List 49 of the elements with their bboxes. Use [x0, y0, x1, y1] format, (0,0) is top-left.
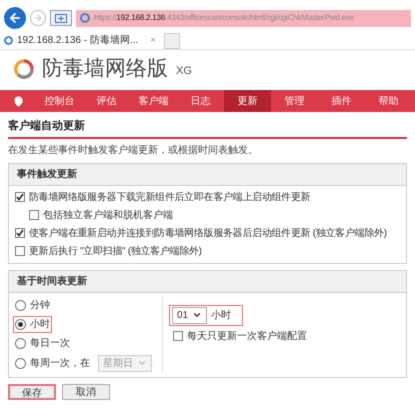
back-button[interactable]	[4, 7, 26, 29]
ie-icon	[80, 13, 90, 23]
ie-icon	[4, 36, 13, 45]
forward-arrow-icon	[33, 13, 43, 23]
section-header: 事件触发更新	[9, 164, 406, 186]
option-label: 使客户端在重新启动并连接到防毒墙网络版服务器后启动组件更新 (独立客户端除外)	[29, 226, 387, 240]
frequency-label: 每日一次	[30, 336, 70, 350]
day-select[interactable]: 星期日	[98, 354, 152, 372]
option-label: 防毒墙网络版服务器下载完新组件后立即在客户端上启动组件更新	[29, 190, 310, 204]
nav-tab[interactable]: 控制台	[36, 90, 83, 112]
checkbox[interactable]	[15, 192, 25, 202]
page-title: 客户端自动更新	[8, 118, 407, 138]
interval-select[interactable]: 01	[172, 306, 208, 324]
frequency-label: 每周一次，在	[30, 356, 90, 370]
radio-button[interactable]	[15, 358, 26, 368]
frequency-label: 分钟	[30, 298, 50, 312]
interval-unit: 小时	[211, 308, 232, 322]
section-header: 基于时间表更新	[9, 270, 406, 292]
checkbox[interactable]	[173, 331, 183, 341]
logo-icon	[14, 59, 34, 79]
checkbox[interactable]	[15, 246, 25, 256]
url-text: https://192.168.2.136:4343/officescan/console/html/cgi/cgiChkMasterPwd.exe	[94, 12, 354, 24]
tab-title: 192.168.2.136 - 防毒墙网...	[17, 34, 138, 48]
checkbox[interactable]	[29, 210, 39, 220]
nav-tab[interactable]: 插件	[318, 90, 365, 112]
radio-button[interactable]	[15, 338, 26, 348]
product-title: 防毒墙网络版	[42, 56, 168, 82]
frequency-label: 小时	[30, 318, 50, 332]
option-label: 包括独立客户端和脱机客户端	[43, 208, 173, 222]
radio-button[interactable]	[15, 318, 26, 330]
description: 在发生某些事件时触发客户端更新，或根据时间表触发。	[8, 144, 259, 158]
address-bar[interactable]: https://192.168.2.136:4343/officescan/console/html/cgi/cgiChkMasterPwd.exe	[76, 10, 411, 26]
nav-tab[interactable]: 客户端	[130, 90, 177, 112]
chevron-down-icon	[192, 310, 202, 320]
product-edition: XG	[176, 64, 192, 79]
form-button[interactable]: 取消	[62, 384, 110, 400]
option-label: 每天只更新一次客户端配置	[187, 330, 307, 344]
option-label: 更新后执行 "立即扫描" (独立客户端除外)	[29, 244, 202, 258]
nav-tab[interactable]: 评估	[83, 90, 130, 112]
checkbox[interactable]	[15, 228, 25, 238]
nav-tab[interactable]: 管理	[271, 90, 318, 112]
nav-tab[interactable]: 帮助	[365, 90, 412, 112]
radio-button[interactable]	[15, 300, 26, 310]
map-pin-icon	[12, 96, 24, 106]
close-tab-button[interactable]: ×	[150, 33, 156, 48]
nav-tab[interactable]: 更新	[224, 90, 271, 112]
form-button[interactable]: 保存	[8, 384, 56, 400]
nav-tab[interactable]: 日志	[177, 90, 224, 112]
compatibility-icon[interactable]	[50, 10, 72, 26]
